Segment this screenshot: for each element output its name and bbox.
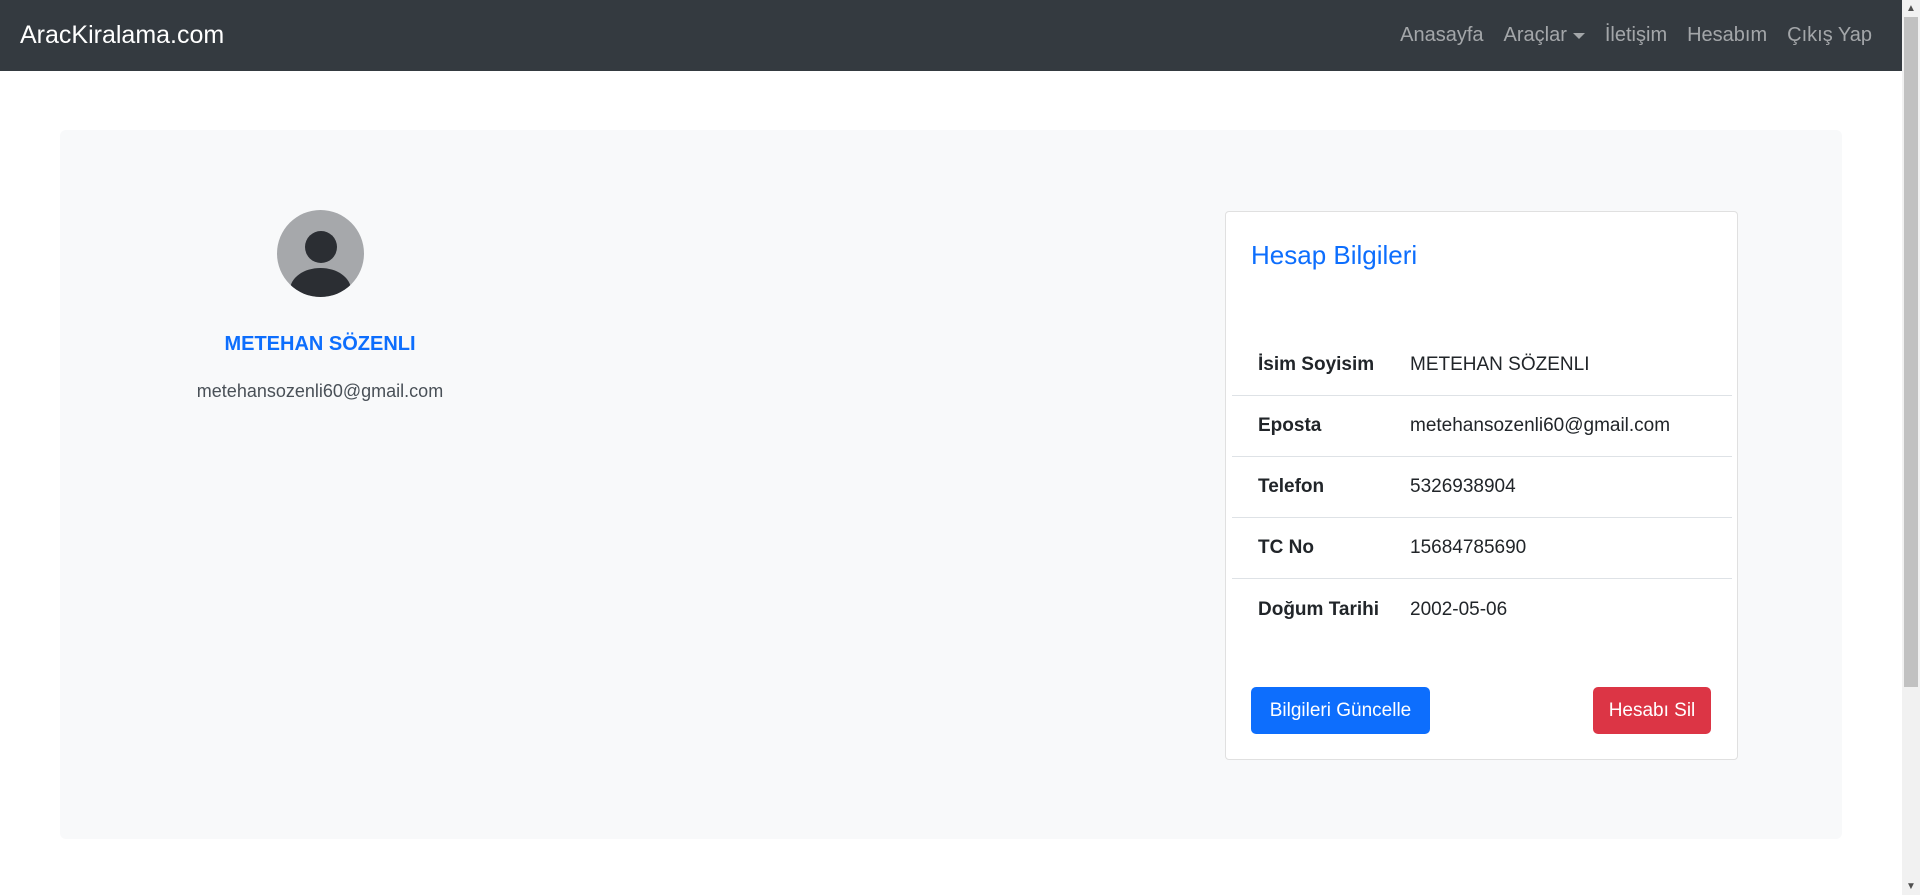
update-info-button[interactable]: Bilgileri Güncelle: [1251, 687, 1430, 734]
row-value: metehansozenli60@gmail.com: [1410, 415, 1671, 436]
scroll-down-arrow-icon[interactable]: ▼: [1902, 878, 1920, 895]
page-scrollbar[interactable]: ▲ ▼: [1902, 0, 1920, 895]
delete-account-button[interactable]: Hesabı Sil: [1593, 687, 1711, 734]
row-label: İsim Soyisim: [1258, 354, 1375, 375]
table-row: Telefon 5326938904: [1232, 457, 1732, 518]
account-info-title: Hesap Bilgileri: [1251, 240, 1418, 270]
table-row: Doğum Tarihi 2002-05-06: [1232, 579, 1732, 640]
row-value: METEHAN SÖZENLI: [1410, 354, 1590, 375]
row-label: Telefon: [1258, 476, 1325, 497]
scroll-thumb[interactable]: [1904, 17, 1918, 687]
nav-link-anasayfa[interactable]: Anasayfa: [1390, 24, 1493, 47]
nav-link-cikis-yap[interactable]: Çıkış Yap: [1777, 24, 1882, 47]
nav-dropdown-araclar-label: Araçlar: [1503, 24, 1567, 46]
table-row: İsim Soyisim METEHAN SÖZENLI: [1232, 335, 1732, 396]
user-avatar-icon: [276, 210, 364, 297]
account-info-card: Hesap Bilgileri İsim Soyisim METEHAN SÖZ…: [1225, 211, 1738, 760]
account-info-table: İsim Soyisim METEHAN SÖZENLI Eposta mete…: [1232, 335, 1732, 640]
row-label: Doğum Tarihi: [1258, 598, 1380, 620]
table-row: Eposta metehansozenli60@gmail.com: [1232, 396, 1732, 457]
profile-summary: METEHAN SÖZENLI metehansozenli60@gmail.c…: [190, 210, 450, 402]
profile-email: metehansozenli60@gmail.com: [196, 381, 444, 401]
row-value: 5326938904: [1410, 476, 1516, 497]
row-value: 15684785690: [1410, 537, 1527, 558]
row-label: TC No: [1258, 537, 1314, 558]
scroll-up-arrow-icon[interactable]: ▲: [1902, 0, 1920, 17]
nav-link-hesabim[interactable]: Hesabım: [1677, 24, 1777, 47]
profile-name: METEHAN SÖZENLI: [224, 333, 416, 355]
row-value: 2002-05-06: [1410, 598, 1508, 620]
brand-link[interactable]: AracKiralama.com: [20, 21, 224, 50]
row-label: Eposta: [1258, 415, 1322, 436]
nav-links: Anasayfa Araçlar İletişim Hesabım Çıkış …: [1390, 24, 1882, 47]
top-navbar: AracKiralama.com Anasayfa Araçlar İletiş…: [0, 0, 1902, 71]
nav-dropdown-araclar[interactable]: Araçlar: [1494, 24, 1595, 47]
table-row: TC No 15684785690: [1232, 518, 1732, 579]
avatar-body-shape: [289, 268, 351, 297]
caret-down-icon: [1572, 32, 1585, 39]
avatar-head-shape: [304, 231, 337, 263]
profile-panel: METEHAN SÖZENLI metehansozenli60@gmail.c…: [60, 130, 1842, 839]
nav-link-iletisim[interactable]: İletişim: [1595, 24, 1677, 47]
